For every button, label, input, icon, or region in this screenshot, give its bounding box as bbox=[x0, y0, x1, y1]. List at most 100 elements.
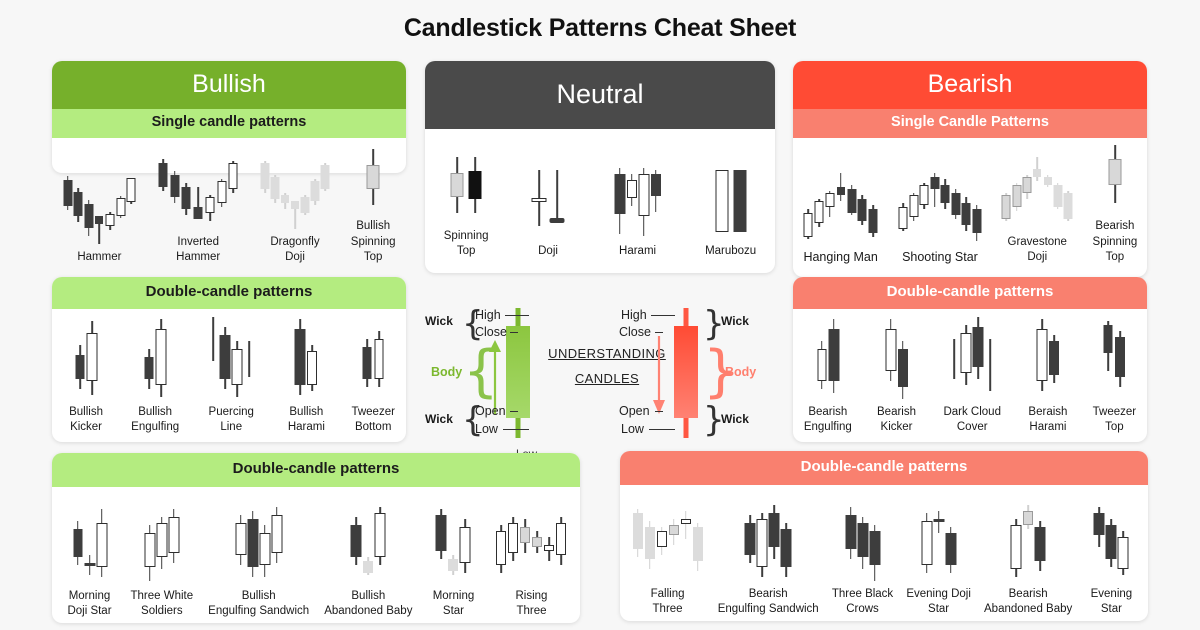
pattern-label: Bearish Kicker bbox=[877, 405, 917, 434]
pattern-label: Dragonfly Doji bbox=[270, 235, 320, 264]
green-wick-top-label: Wick bbox=[425, 314, 453, 328]
pattern-bullish-kicker: Bullish Kicker bbox=[63, 317, 109, 436]
pattern-spinning-top: Spinning Top bbox=[444, 151, 489, 260]
pattern-evening-doji-star: Evening Doji Star bbox=[906, 505, 971, 618]
bearish-header: Bearish bbox=[793, 61, 1147, 109]
red-high-label: High bbox=[621, 308, 647, 322]
pattern-bullish-engulfing: Bullish Engulfing bbox=[131, 317, 179, 436]
pattern-label: Falling Three bbox=[650, 587, 685, 616]
pattern-bearish-abandoned-baby: Bearish Abandoned Baby bbox=[984, 504, 1073, 618]
pattern-bullish-spinning-top: Bullish Spinning Top bbox=[351, 141, 396, 266]
green-high-label: High bbox=[475, 308, 501, 322]
pattern-three-black-crows: Three Black Crows bbox=[832, 505, 893, 618]
red-open-tick bbox=[655, 411, 663, 413]
pattern-label: Tweezer Top bbox=[1092, 405, 1137, 434]
red-wick-top-label: Wick bbox=[721, 314, 749, 328]
pattern-hammer: Hammer bbox=[62, 172, 136, 266]
pattern-label: Hanging Man bbox=[803, 250, 878, 265]
pattern-label: Bullish Engulfing bbox=[131, 405, 180, 434]
pattern-falling-three: Falling Three bbox=[631, 505, 705, 618]
pattern-inverted-hammer: Inverted Hammer bbox=[157, 157, 239, 266]
pattern-label: Evening Star bbox=[1090, 587, 1133, 616]
red-body-label: Body bbox=[725, 365, 757, 379]
bullish-double-row: Bullish Kicker Bullish Engulfing Puercin… bbox=[52, 310, 406, 436]
pattern-label: Shooting Star bbox=[902, 250, 978, 265]
pattern-label: Tweezer Bottom bbox=[351, 405, 395, 434]
pattern-label: Marubozu bbox=[705, 245, 757, 258]
pattern-label: Bearish Engulfing bbox=[803, 405, 852, 434]
pattern-label: Morning Doji Star bbox=[67, 589, 112, 618]
bullish-double-subheader: Double-candle patterns bbox=[52, 277, 406, 309]
pattern-label: Bullish Spinning Top bbox=[350, 220, 396, 264]
bearish-multi-row: Falling Three Bearish Engulfing Sandwich… bbox=[624, 488, 1144, 618]
red-low-label: Low bbox=[621, 422, 644, 436]
pattern-label: Dark Cloud Cover bbox=[943, 405, 1001, 434]
green-close-label: Close bbox=[475, 325, 507, 339]
green-open-tick bbox=[510, 411, 518, 413]
pattern-label: Puercing Line bbox=[208, 405, 254, 434]
neutral-header: Neutral bbox=[425, 61, 775, 129]
red-high-tick bbox=[651, 315, 675, 317]
pattern-puercing-line: Puercing Line bbox=[201, 316, 261, 436]
bullish-multi-row: Morning Doji Star Three White Soldiers B… bbox=[56, 490, 576, 620]
bullish-header: Bullish bbox=[52, 61, 406, 109]
green-close-tick bbox=[510, 332, 518, 334]
bearish-multi-subheader: Double-candle patterns bbox=[620, 451, 1148, 485]
neutral-row: Spinning Top Doji Harami Marubozu bbox=[425, 140, 775, 260]
pattern-label: Inverted Hammer bbox=[176, 235, 221, 264]
green-open-label: Open bbox=[475, 404, 506, 418]
green-wick-bottom-label: Wick bbox=[425, 412, 453, 426]
red-candle-illustration bbox=[673, 308, 699, 438]
pattern-bearish-engulfing-sandwich: Bearish Engulfing Sandwich bbox=[717, 504, 819, 618]
pattern-bearish-spinning-top: Bearish Spinning Top bbox=[1092, 141, 1138, 266]
pattern-label: Bullish Harami bbox=[287, 405, 325, 434]
pattern-marubozu: Marubozu bbox=[705, 166, 756, 260]
bullish-single-subheader: Single candle patterns bbox=[52, 109, 406, 138]
pattern-label: Bearish Abandoned Baby bbox=[984, 587, 1073, 616]
pattern-bullish-engulfing-sandwich: Bullish Engulfing Sandwich bbox=[208, 506, 310, 620]
pattern-label: Beraish Harami bbox=[1028, 405, 1068, 434]
bearish-single-row: Hanging Man Shooting Star Gravestone Doj… bbox=[793, 145, 1147, 266]
pattern-label: Evening Doji Star bbox=[906, 587, 971, 616]
red-low-tick bbox=[649, 429, 675, 431]
pattern-label: Bullish Abandoned Baby bbox=[324, 589, 413, 618]
pattern-tweezer-top: Tweezer Top bbox=[1093, 317, 1136, 436]
green-low-tick bbox=[503, 429, 529, 431]
pattern-label: Bearish Spinning Top bbox=[1092, 220, 1138, 264]
pattern-label: Bullish Engulfing Sandwich bbox=[208, 589, 310, 618]
pattern-label: Spinning Top bbox=[443, 229, 489, 258]
pattern-label: Gravestone Doji bbox=[1007, 235, 1067, 264]
red-wick-bottom-label: Wick bbox=[721, 412, 749, 426]
green-high-tick bbox=[505, 315, 529, 317]
green-low-label: Low bbox=[475, 422, 498, 436]
pattern-hanging-man: Hanging Man bbox=[803, 171, 879, 266]
pattern-label: Three Black Crows bbox=[831, 587, 894, 616]
understanding-candles-diagram: Wick { High Close Body { Wick { Open Low… bbox=[425, 300, 785, 450]
pattern-label: Harami bbox=[619, 245, 657, 258]
bullish-multi-subheader: Double-candle patterns bbox=[52, 453, 580, 487]
green-body-label: Body bbox=[431, 365, 463, 379]
bearish-double-row: Bearish Engulfing Bearish Kicker Dark Cl… bbox=[793, 310, 1147, 436]
pattern-shooting-star: Shooting Star bbox=[898, 171, 982, 266]
pattern-label: Rising Three bbox=[515, 589, 548, 618]
pattern-morning-star: Morning Star bbox=[427, 507, 479, 620]
pattern-bullish-abandoned-baby: Bullish Abandoned Baby bbox=[324, 506, 413, 620]
pattern-tweezer-bottom: Tweezer Bottom bbox=[351, 317, 395, 436]
pattern-label: Morning Star bbox=[432, 589, 475, 618]
pattern-label: Hammer bbox=[77, 251, 122, 264]
pattern-harami: Harami bbox=[608, 166, 668, 260]
pattern-dark-cloud-cover: Dark Cloud Cover bbox=[941, 316, 1003, 436]
pattern-evening-star: Evening Star bbox=[1085, 505, 1137, 618]
understanding-title-line2: CANDLES bbox=[574, 370, 640, 386]
pattern-dragonfly-doji: Dragonfly Doji bbox=[260, 157, 330, 266]
pattern-label: Doji bbox=[538, 245, 558, 258]
pattern-doji: Doji bbox=[526, 166, 570, 260]
pattern-rising-three: Rising Three bbox=[494, 507, 568, 620]
pattern-bullish-harami: Bullish Harami bbox=[283, 317, 329, 436]
pattern-label: Bearish Engulfing Sandwich bbox=[717, 587, 819, 616]
page-title: Candlestick Patterns Cheat Sheet bbox=[403, 14, 797, 42]
bearish-double-subheader: Double-candle patterns bbox=[793, 277, 1147, 309]
pattern-bearish-kicker: Bearish Kicker bbox=[874, 317, 920, 436]
pattern-morning-doji-star: Morning Doji Star bbox=[64, 507, 116, 620]
red-open-label: Open bbox=[619, 404, 650, 418]
